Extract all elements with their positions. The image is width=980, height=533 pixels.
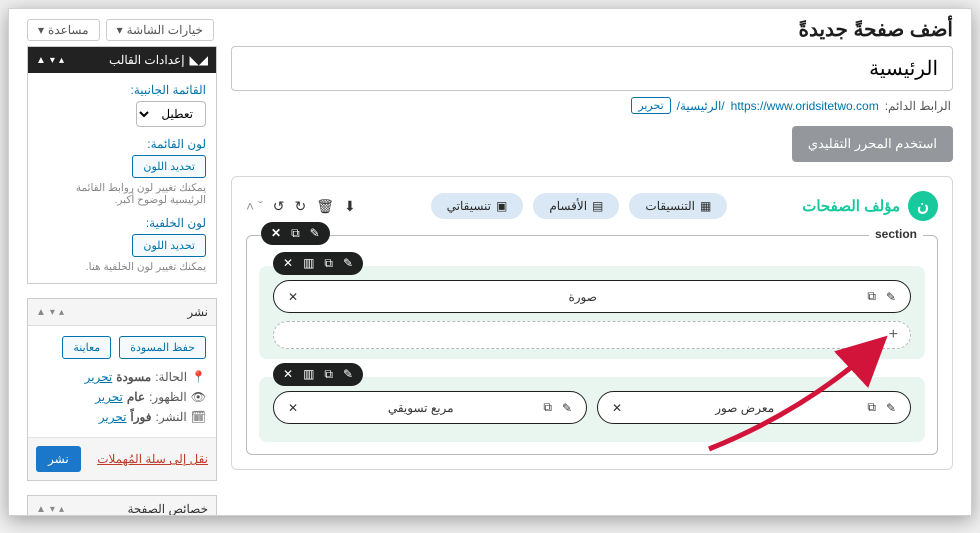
add-module-bar[interactable]: + [273,321,911,349]
module-promo[interactable]: ✎⧉ مربع تسويقي ✕ [273,391,587,424]
trash-icon[interactable]: 🗑 [316,198,334,215]
grid-icon: ▦ [700,199,711,213]
side-menu-select[interactable]: تعطيل [136,101,206,127]
calendar-icon: 🗓 [191,410,206,424]
page-title: أضف صفحةً جديدةً [799,17,954,42]
duplicate-icon[interactable]: ⧉ [543,400,552,415]
builder-section: section ✎ ⧉ ✕ ✎ ⧉ ▥ ✕ [246,235,938,455]
duplicate-icon[interactable]: ⧉ [867,289,876,304]
close-icon[interactable]: ✕ [283,256,293,271]
duplicate-icon[interactable]: ⧉ [291,226,300,241]
eye-icon: 👁 [191,390,206,404]
theme-icon: ◢◣ [190,53,208,67]
builder-brand: ن مؤلف الصفحات [802,191,938,221]
columns-icon[interactable]: ▥ [303,256,314,271]
toggle-icon[interactable]: ▲ [36,55,46,66]
close-icon[interactable]: ✕ [271,226,281,241]
palette-icon: ▣ [496,199,507,213]
chevron-down-icon[interactable]: ▾ [50,307,55,318]
help-tab[interactable]: مساعدة ▾ [27,19,100,41]
edit-icon[interactable]: ✎ [562,401,572,415]
page-builder: ن مؤلف الصفحات ▦التنسيقات ▤الأقسام ▣تنسي… [231,176,953,470]
chevron-up-icon[interactable]: ▴ [59,55,64,66]
menu-color-button[interactable]: تحديد اللون [132,155,206,178]
duplicate-icon[interactable]: ⧉ [867,400,876,415]
close-icon[interactable]: ✕ [288,290,298,304]
permalink-edit-button[interactable]: تحرير [631,97,670,114]
section-control-bar[interactable]: ✎ ⧉ ✕ [261,222,330,245]
bg-color-button[interactable]: تحديد اللون [132,234,206,257]
save-draft-button[interactable]: حفظ المسودة [119,336,206,359]
use-classic-editor-button[interactable]: استخدم المحرر التقليدي [792,126,953,162]
preview-button[interactable]: معاينة [62,336,111,359]
builder-tab-sections[interactable]: ▤الأقسام [533,193,619,219]
permalink-slug[interactable]: /الرئيسية/ [677,99,725,113]
edit-icon[interactable]: ✎ [886,401,896,415]
edit-icon[interactable]: ✎ [310,226,320,241]
builder-row: ✎ ⧉ ▥ ✕ ✎⧉ معرض صور ✕ ✎ [259,377,925,442]
bg-color-hint: يمكنك تغيير لون الخلفية هنا. [38,261,206,273]
undo-icon[interactable]: ↺ [273,198,285,215]
row-control-bar[interactable]: ✎ ⧉ ▥ ✕ [273,252,363,275]
redo-icon[interactable]: ↻ [294,198,306,215]
collapse-toggle[interactable]: ˇ ˄ [246,198,263,214]
edit-status-link[interactable]: تحرير [85,370,113,384]
chevron-up-icon[interactable]: ▴ [59,504,64,515]
edit-schedule-link[interactable]: تحرير [99,410,127,424]
edit-icon[interactable]: ✎ [343,367,353,382]
section-label: section [869,227,923,241]
chevron-down-icon[interactable]: ▾ [50,504,55,515]
chevron-down-icon: ▾ [117,23,123,37]
bg-color-label: لون الخلفية: [38,216,206,230]
edit-icon[interactable]: ✎ [886,290,896,304]
section-icon: ▤ [592,199,603,213]
import-icon[interactable]: ⬇ [344,198,356,215]
close-icon[interactable]: ✕ [283,367,293,382]
columns-icon[interactable]: ▥ [303,367,314,382]
chevron-up-icon[interactable]: ▴ [59,307,64,318]
close-icon[interactable]: ✕ [612,401,622,415]
side-menu-label: القائمة الجانبية: [38,83,206,97]
toggle-icon[interactable]: ▲ [36,307,46,318]
builder-logo-icon: ن [908,191,938,221]
edit-visibility-link[interactable]: تحرير [95,390,123,404]
module-gallery[interactable]: ✎⧉ معرض صور ✕ [597,391,911,424]
move-to-trash-link[interactable]: نقل إلى سلة المُهملات [97,452,208,466]
edit-icon[interactable]: ✎ [343,256,353,271]
module-image[interactable]: ✎⧉ صورة ✕ [273,280,911,313]
toggle-icon[interactable]: ▲ [36,504,46,515]
builder-tab-styling[interactable]: ▣تنسيقاتي [431,193,524,219]
publish-panel: نشر ▴▾▲ حفظ المسودة معاينة 📍الحالة: مسود… [27,298,217,481]
duplicate-icon[interactable]: ⧉ [324,367,333,382]
publish-button[interactable]: نشر [36,446,81,472]
builder-row: ✎ ⧉ ▥ ✕ ✎⧉ صورة ✕ + [259,266,925,359]
menu-color-hint: يمكنك تغيير لون روابط القائمة الرئيسية ل… [38,182,206,206]
permalink-row: الرابط الدائم: https://www.oridsitetwo.c… [231,91,953,120]
pin-icon: 📍 [191,370,206,384]
theme-settings-panel: ◢◣إعدادات القالب ▴▾▲ القائمة الجانبية: ت… [27,46,217,284]
row-control-bar[interactable]: ✎ ⧉ ▥ ✕ [273,363,363,386]
duplicate-icon[interactable]: ⧉ [324,256,333,271]
builder-tab-layouts[interactable]: ▦التنسيقات [629,193,727,219]
menu-color-label: لون القائمة: [38,137,206,151]
screen-options-tab[interactable]: خيارات الشاشة ▾ [106,19,214,41]
page-attributes-panel: خصائص الصفحة ▴▾▲ [27,495,217,516]
chevron-down-icon[interactable]: ▾ [50,55,55,66]
page-title-input[interactable] [231,46,953,91]
permalink-base[interactable]: https://www.oridsitetwo.com [731,99,879,113]
close-icon[interactable]: ✕ [288,401,298,415]
chevron-down-icon: ▾ [38,23,44,37]
